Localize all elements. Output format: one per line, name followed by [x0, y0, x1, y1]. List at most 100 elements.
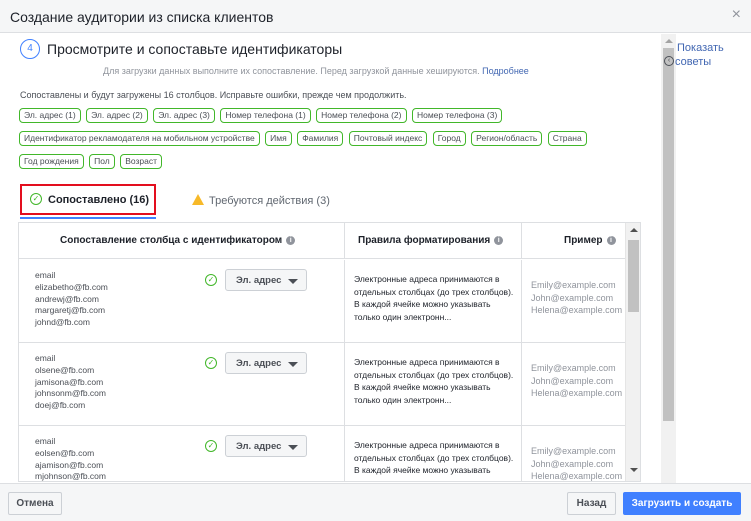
column-sample-value: email	[35, 436, 56, 446]
formatting-rule-text: Электронные адреса принимаются в отдельн…	[354, 440, 514, 481]
caret-down-icon	[288, 279, 298, 284]
identifier-dropdown-value: Эл. адрес	[236, 441, 282, 452]
identifier-chip-list: Эл. адрес (1) Эл. адрес (2) Эл. адрес (3…	[19, 105, 609, 174]
formatting-rule-text: Электронные адреса принимаются в отдельн…	[354, 274, 514, 322]
cancel-button[interactable]: Отмена	[8, 492, 62, 515]
info-icon[interactable]: i	[606, 236, 616, 245]
tab-action-label: Требуются действия (3)	[209, 195, 330, 207]
scrollbar-thumb[interactable]	[628, 240, 639, 312]
tab-matched[interactable]: ✓ Сопоставлено (16)	[20, 184, 156, 215]
tab-action-required[interactable]: Требуются действия (3)	[192, 191, 330, 209]
chevron-left-icon: ‹	[664, 56, 674, 66]
mapping-cell: email elizabetho@fb.com andrewj@fb.com m…	[19, 260, 345, 342]
mapping-table: Сопоставление столбца с идентификатором i…	[18, 222, 641, 482]
column-sample-value: ajamison@fb.com	[35, 459, 104, 470]
column-sample-value: jamisona@fb.com	[35, 376, 104, 387]
mapping-cell: email eolsen@fb.com ajamison@fb.com mjoh…	[19, 426, 345, 482]
caret-down-icon	[288, 362, 298, 367]
column-sample-value: olsene@fb.com	[35, 364, 95, 375]
column-sample-values: email olsene@fb.com jamisona@fb.com john…	[35, 353, 106, 412]
active-tab-indicator	[20, 217, 156, 219]
warning-icon	[192, 194, 204, 205]
step-title: Просмотрите и сопоставьте идентификаторы	[47, 41, 343, 57]
identifier-dropdown-value: Эл. адрес	[236, 275, 282, 286]
identifier-dropdown[interactable]: Эл. адрес	[225, 435, 307, 457]
column-sample-value: mjohnson@fb.com	[35, 471, 106, 482]
identifier-chip: Год рождения	[19, 154, 84, 169]
rules-cell: Электронные адреса принимаются в отдельн…	[345, 260, 522, 342]
identifier-chip: Страна	[547, 131, 587, 146]
identifier-chip: Фамилия	[297, 131, 344, 146]
dialog-header: Создание аудитории из списка клиентов ×	[0, 0, 751, 33]
identifier-chip: Пол	[89, 154, 115, 169]
rules-cell: Электронные адреса принимаются в отдельн…	[345, 426, 522, 481]
check-circle-icon: ✓	[205, 357, 217, 369]
close-icon[interactable]: ×	[732, 7, 741, 23]
example-cell: Emily@example.com John@example.com Helen…	[522, 260, 625, 342]
show-tips-label-line2: советы	[675, 56, 712, 68]
dialog-content: 4 Просмотрите и сопоставьте идентификато…	[0, 34, 660, 482]
info-icon[interactable]: i	[494, 236, 504, 245]
check-circle-icon: ✓	[205, 274, 217, 286]
identifier-chip: Эл. адрес (2)	[86, 108, 148, 123]
column-sample-value: andrewj@fb.com	[35, 293, 99, 304]
scrollbar-thumb[interactable]	[663, 48, 674, 421]
mapping-cell: email olsene@fb.com jamisona@fb.com john…	[19, 343, 345, 425]
tab-matched-label: Сопоставлено (16)	[48, 194, 150, 206]
table-row: email olsene@fb.com jamisona@fb.com john…	[19, 343, 625, 426]
example-value: John@example.com	[531, 375, 614, 386]
example-value: Helena@example.com	[531, 388, 623, 398]
scroll-down-arrow-icon[interactable]	[630, 468, 638, 472]
check-circle-icon: ✓	[205, 440, 217, 452]
identifier-chip: Номер телефона (3)	[411, 108, 503, 123]
formatting-rule-text: Электронные адреса принимаются в отдельн…	[354, 357, 514, 405]
column-sample-value: email	[35, 270, 56, 280]
info-icon[interactable]: i	[286, 236, 296, 245]
column-sample-value: johnsonm@fb.com	[35, 388, 106, 399]
caret-down-icon	[288, 445, 298, 450]
example-values: Emily@example.com John@example.com Helen…	[531, 445, 622, 481]
column-sample-value: email	[35, 353, 56, 363]
matched-columns-note: Сопоставлены и будут загружены 16 столбц…	[20, 90, 407, 100]
scroll-up-arrow-icon[interactable]	[630, 228, 638, 232]
back-button[interactable]: Назад	[567, 492, 616, 515]
upload-and-create-button[interactable]: Загрузить и создать	[623, 492, 741, 515]
identifier-chip: Номер телефона (2)	[316, 108, 407, 123]
identifier-chip: Регион/область	[471, 131, 543, 146]
example-value: Emily@example.com	[531, 280, 616, 290]
identifier-dropdown-value: Эл. адрес	[236, 358, 282, 369]
column-sample-values: email eolsen@fb.com ajamison@fb.com mjoh…	[35, 436, 106, 482]
identifier-chip: Эл. адрес (3)	[153, 108, 215, 123]
identifier-chip: Почтовый индекс	[348, 131, 428, 146]
column-sample-value: margaretj@fb.com	[35, 305, 106, 316]
example-value: Helena@example.com	[531, 305, 623, 315]
table-scrollbar[interactable]	[625, 223, 640, 481]
learn-more-link[interactable]: Подробнее	[482, 66, 529, 76]
dialog-footer: Отмена Назад Загрузить и создать	[0, 483, 751, 521]
identifier-dropdown[interactable]: Эл. адрес	[225, 352, 307, 374]
column-sample-value: johnd@fb.com	[35, 317, 90, 328]
column-header-mapping: Сопоставление столбца с идентификатором i	[19, 223, 345, 259]
identifier-chip: Номер телефона (1)	[220, 108, 311, 123]
example-value: John@example.com	[531, 458, 614, 469]
content-scrollbar[interactable]	[661, 34, 676, 484]
identifier-chip: Имя	[265, 131, 292, 146]
identifier-dropdown[interactable]: Эл. адрес	[225, 269, 307, 291]
step-number-badge: 4	[20, 39, 40, 59]
column-sample-value: doej@fb.com	[35, 400, 86, 411]
column-header-rules-label: Правила форматирования	[358, 235, 491, 246]
dialog-title: Создание аудитории из списка клиентов	[10, 9, 274, 25]
column-sample-value: elizabetho@fb.com	[35, 281, 108, 292]
column-header-example: Пример i	[522, 223, 627, 259]
table-row: email eolsen@fb.com ajamison@fb.com mjoh…	[19, 426, 625, 482]
column-header-rules: Правила форматирования i	[345, 223, 522, 259]
identifier-chip: Город	[432, 131, 466, 146]
column-header-mapping-label: Сопоставление столбца с идентификатором	[60, 235, 283, 246]
custom-audience-dialog: Создание аудитории из списка клиентов × …	[0, 0, 751, 521]
show-tips-label-line1: Показать	[677, 42, 724, 54]
example-cell: Emily@example.com John@example.com Helen…	[522, 343, 625, 425]
scroll-up-arrow-icon[interactable]	[665, 39, 673, 43]
example-cell: Emily@example.com John@example.com Helen…	[522, 426, 625, 481]
identifier-chip: Идентификатор рекламодателя на мобильном…	[19, 131, 260, 146]
example-value: John@example.com	[531, 292, 614, 303]
